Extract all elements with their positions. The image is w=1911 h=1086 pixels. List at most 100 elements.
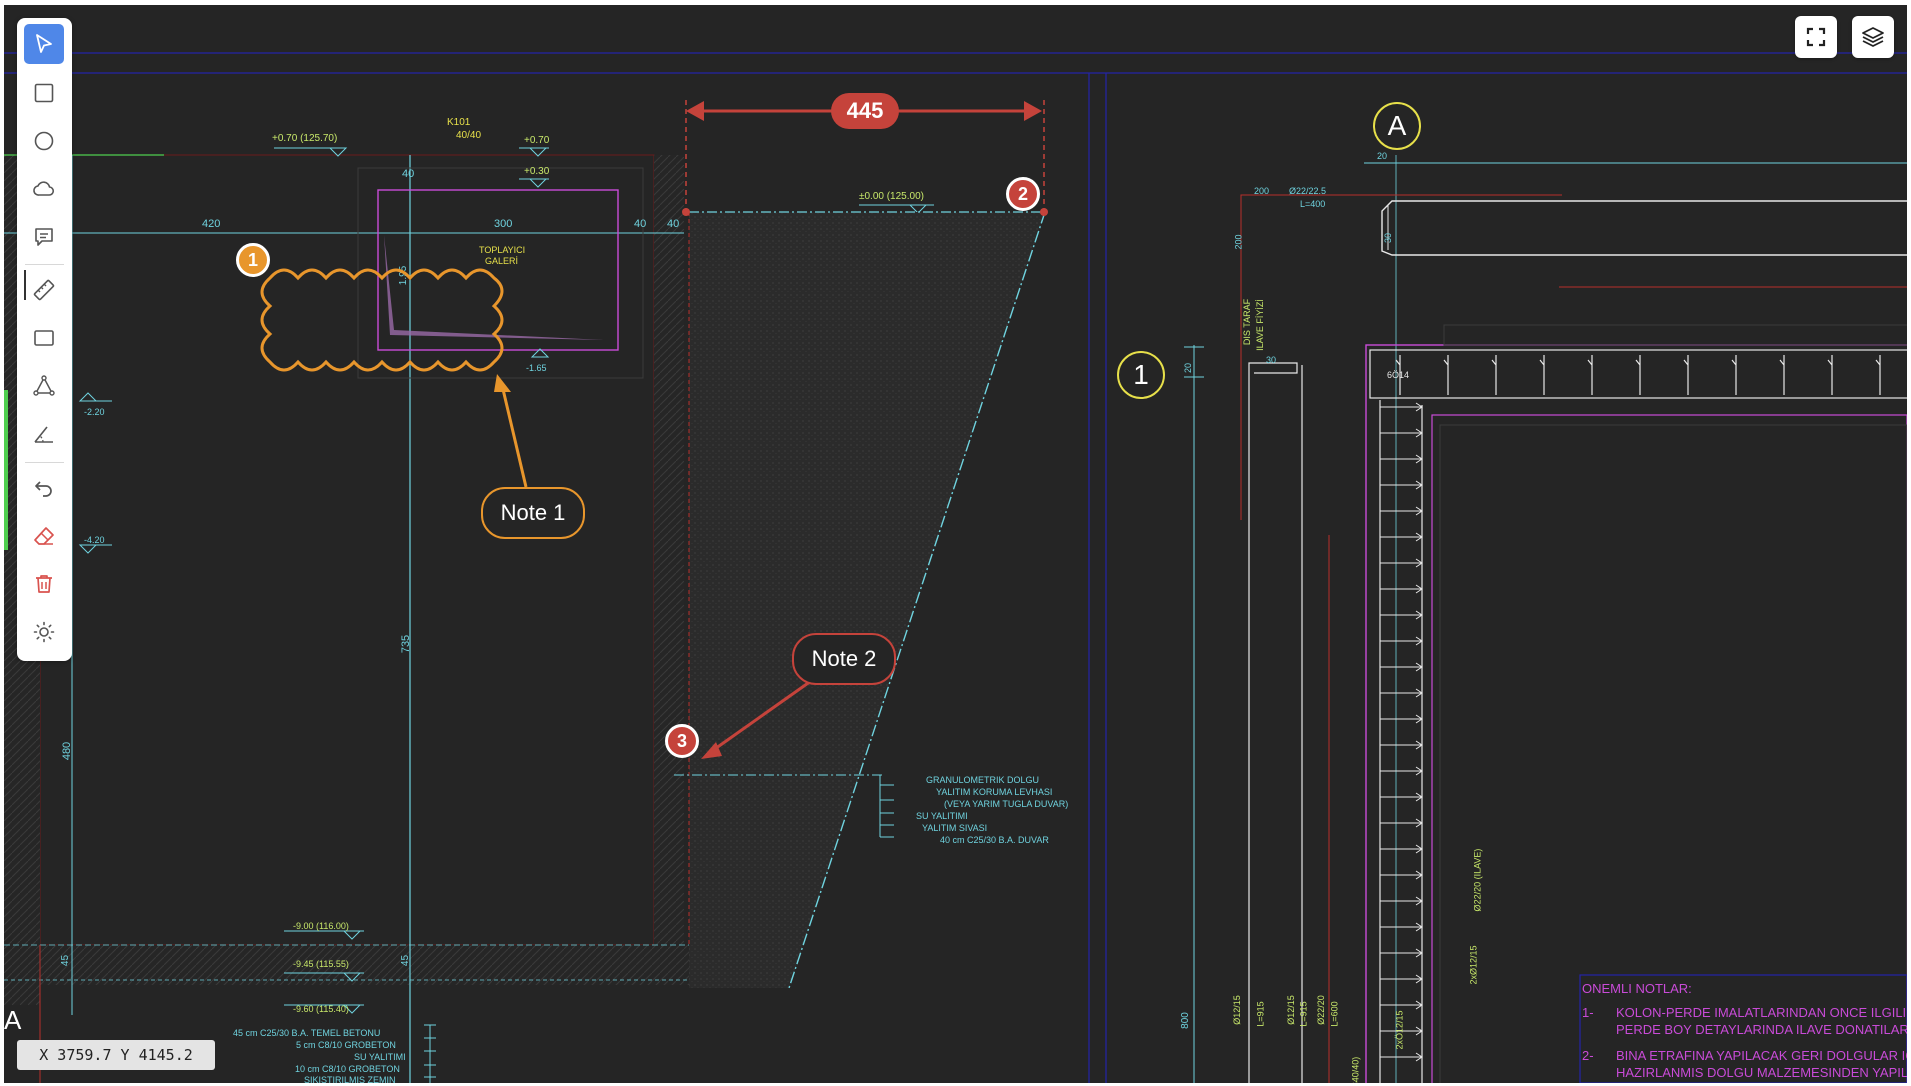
cad-layer-note: YALITIM SIVASI (922, 823, 988, 833)
rectangle-area-icon (34, 330, 54, 346)
cad-rebar-label: 200 (1233, 234, 1244, 250)
note-item-number: 2- (1582, 1048, 1594, 1063)
cad-level-label: +0.70 (524, 135, 550, 146)
cad-bottom-note: SU YALITIMI (354, 1052, 406, 1062)
cad-dimension: 420 (202, 218, 221, 230)
square-icon (34, 83, 54, 103)
drawing-canvas[interactable]: +0.70 (125.70) K101 40/40 +0.70 +0.30 ±0… (4, 5, 1907, 1083)
cursor-arrow-icon (36, 34, 52, 53)
cad-rebar-label: 2xØ12/15 (1468, 945, 1479, 985)
brightness-tool[interactable] (24, 612, 64, 652)
cad-gallery-label: GALERİ (485, 256, 519, 266)
note-1-callout[interactable]: Note 1 (481, 487, 585, 539)
comment-icon (35, 228, 53, 246)
cad-rebar-label: Ø12/15 (1231, 995, 1242, 1025)
eraser-tool[interactable] (24, 516, 64, 556)
circle-tool[interactable] (24, 121, 64, 161)
cad-rebar-label: 6Ö14 (1387, 370, 1410, 380)
layers-icon (1862, 27, 1884, 47)
cad-level-label: -9.60 (115.40) (293, 1004, 349, 1014)
cloud-tool[interactable] (24, 169, 64, 209)
select-tool[interactable] (24, 24, 64, 64)
cad-rebar-label: 30 (1266, 355, 1277, 365)
cad-level-label: -9.45 (115.55) (293, 959, 349, 969)
polyline-icon (33, 375, 55, 396)
coordinate-readout: X 3759.7 Y 4145.2 (17, 1040, 215, 1070)
dimension-label[interactable]: 445 (831, 93, 899, 129)
cad-rebar-label: 2xÖ12/15 (1394, 1010, 1405, 1050)
marker-2[interactable]: 2 (1006, 177, 1040, 211)
comment-tool[interactable] (24, 217, 64, 257)
ruler-icon (33, 279, 55, 301)
cad-rebar-label: Ø22/20 (ILAVE) (1472, 848, 1483, 912)
fullscreen-icon (1806, 27, 1826, 47)
cad-rebar-label: L=915 (1298, 1001, 1309, 1027)
cad-rebar-label: ILAVE FİYİZİ (1254, 299, 1265, 351)
cad-dimension: 800 (1179, 1012, 1191, 1029)
delete-tool[interactable] (24, 564, 64, 604)
cad-layer-note: YALITIM KORUMA LEVHASI (936, 787, 1053, 797)
cad-rebar-label: Ø22/20 (1315, 995, 1326, 1025)
angle-tool[interactable] (24, 414, 64, 454)
cad-dimension: 1.95 (398, 265, 410, 286)
cad-dimension: 480 (61, 741, 74, 761)
cad-bottom-note: 5 cm C8/10 GROBETON (296, 1040, 396, 1050)
fullscreen-button[interactable] (1795, 16, 1837, 58)
cad-dimension: 40 (667, 218, 680, 230)
sun-icon (33, 621, 55, 643)
cad-rebar-label: L=600 (1329, 1001, 1340, 1027)
trash-icon (36, 575, 52, 593)
cad-level-label: +0.30 (524, 166, 550, 177)
cad-column-label: K101 (447, 117, 471, 128)
cad-rebar-label: 30 (1383, 232, 1394, 244)
cad-level-label: -2.20 (84, 407, 105, 417)
note-item-line: HAZIRLANMIS DOLGU MALZEMESINDEN YAPILACA… (1616, 1065, 1907, 1080)
cad-bottom-note: 10 cm C8/10 GROBETON (295, 1064, 400, 1074)
markup-toolbar (17, 18, 72, 661)
cad-bottom-note: SIKISTIRILMIS ZEMIN (304, 1075, 396, 1083)
cad-dimension: 300 (494, 218, 513, 230)
grid-bubble-A: A (1373, 102, 1421, 150)
active-tool-indicator (24, 270, 26, 300)
note-2-callout[interactable]: Note 2 (792, 633, 896, 685)
cad-layer-note: GRANULOMETRIK DOLGU (926, 775, 1040, 785)
cad-column-size: 40/40 (456, 130, 482, 141)
cad-rebar-label: Ø12/15 (1285, 995, 1296, 1025)
cad-rebar-label: Ø22/22.5 (1289, 186, 1327, 196)
polyline-tool[interactable] (24, 366, 64, 406)
cad-dimension: 40 (634, 218, 647, 230)
layers-button[interactable] (1852, 16, 1894, 58)
marker-1[interactable]: 1 (236, 243, 270, 277)
cad-rebar-label: L=400 (1300, 199, 1326, 209)
edge-letter: A (4, 1005, 22, 1035)
cad-layer-note: 40 cm C25/30 B.A. DUVAR (940, 835, 1049, 845)
marker-3[interactable]: 3 (665, 724, 699, 758)
cad-layer-note: SU YALITIMI (916, 811, 968, 821)
measure-area-tool[interactable] (24, 318, 64, 358)
cad-dimension: 40 (402, 168, 415, 180)
cad-drawing (4, 52, 1907, 1083)
cad-rebar-label: L=915 (1255, 1001, 1266, 1027)
cad-bottom-note: 45 cm C25/30 B.A. TEMEL BETONU (233, 1028, 381, 1038)
cad-dimension: 735 (400, 634, 413, 654)
cad-rebar-label: 200 (1254, 186, 1270, 196)
cad-level-label: -1.65 (526, 363, 547, 373)
cad-gallery-label: TOPLAYICI (479, 245, 526, 255)
cad-dimension: 45 (400, 954, 412, 967)
measure-distance-tool[interactable] (24, 270, 64, 310)
note-item-line: BINA ETRAFINA YAPILACAK GERI DOLGULAR IC… (1616, 1048, 1907, 1063)
eraser-icon (34, 527, 54, 545)
cad-rebar-label: DIS TARAF (1242, 298, 1253, 346)
cad-layer-note: (VEYA YARIM TUGLA DUVAR) (944, 799, 1069, 809)
rectangle-tool[interactable] (24, 73, 64, 113)
toolbar-divider (25, 264, 64, 265)
angle-icon (34, 426, 53, 443)
undo-tool[interactable] (24, 468, 64, 508)
cad-level-label: -4.20 (84, 535, 105, 545)
toolbar-divider (25, 462, 64, 463)
note-item-line: KOLON-PERDE IMALATLARINDAN ONCE ILGILI K… (1616, 1005, 1907, 1020)
cad-level-label: +0.70 (125.70) (272, 133, 338, 144)
cad-rebar-label: 20 (1183, 362, 1194, 374)
grid-bubble-1: 1 (1117, 351, 1165, 399)
note-item-line: PERDE BOY DETAYLARINDA ILAVE DONATILAR G… (1616, 1022, 1907, 1037)
